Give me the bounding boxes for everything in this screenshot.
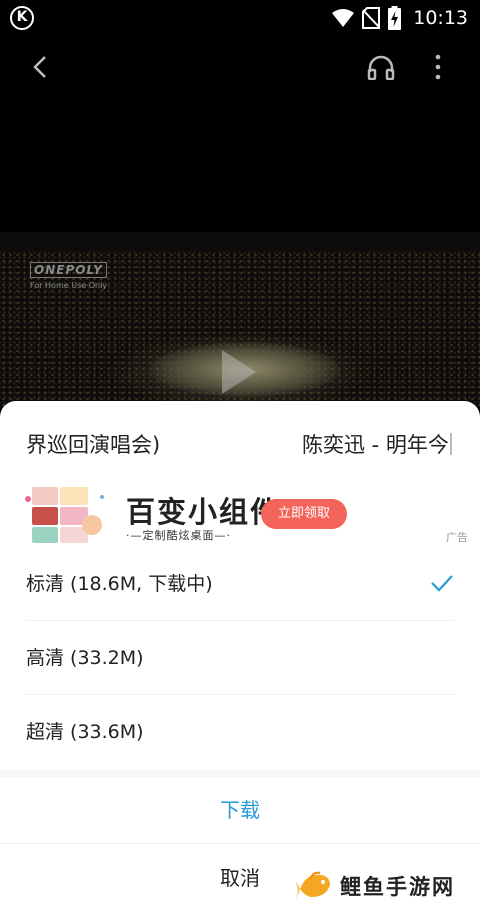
scrolling-title: 界巡回演唱会) 陈奕迅 - 明年今日 [0,425,480,465]
carp-fish-logo-icon [296,871,330,899]
no-sim-icon [362,7,381,29]
audio-mode-button[interactable] [364,50,398,84]
download-button[interactable]: 下载 [0,777,480,843]
headphones-icon [367,55,395,80]
status-icons: 10:13 [332,5,468,31]
battery-charging-icon [388,6,402,30]
quality-option-super[interactable]: 超清 (33.6M) [26,695,454,769]
ad-label: 广告 [446,531,468,544]
site-name: 鲤鱼手游网 [340,875,455,899]
watermark-title: ONEPOLY [30,262,108,278]
title-segment-left: 界巡回演唱会) [26,433,161,457]
title-segment-right: 陈奕迅 - 明年今日 [302,433,452,457]
more-vertical-icon [435,54,441,80]
download-quality-sheet: 界巡回演唱会) 陈奕迅 - 明年今日 百变小组件 ·—定制酷炫桌面—· 立即领取… [0,401,480,913]
app-notification-icon: K [10,6,34,30]
status-bar: K 10:13 [0,0,480,36]
ad-claim-button[interactable]: 立即领取 [261,499,347,529]
quality-option-label: 高清 (33.2M) [26,647,144,669]
watermark-subtitle: For Home Use Only [30,281,108,290]
ad-widget-image [25,487,104,543]
ad-subtitle: ·—定制酷炫桌面—· [126,529,231,542]
title-fade-bar [450,433,452,455]
ad-banner[interactable]: 百变小组件 ·—定制酷炫桌面—· 立即领取 广告 [0,479,480,547]
quality-option-label: 标清 (18.6M, 下载中) [26,573,213,595]
quality-list: 标清 (18.6M, 下载中) 高清 (33.2M) 超清 (33.6M) [0,547,480,769]
quality-option-high[interactable]: 高清 (33.2M) [26,621,454,695]
play-icon[interactable] [222,350,256,394]
check-icon [431,575,453,592]
status-time: 10:13 [413,7,468,29]
back-button[interactable] [24,50,56,84]
video-frame[interactable]: ONEPOLY For Home Use Only [0,232,480,407]
chevron-left-icon [33,56,46,78]
section-divider [0,770,480,777]
more-options-button[interactable] [426,50,450,84]
quality-option-label: 超清 (33.6M) [26,721,144,743]
video-watermark: ONEPOLY For Home Use Only [30,262,108,290]
wifi-icon [332,9,355,27]
quality-option-standard[interactable]: 标清 (18.6M, 下载中) [26,547,454,621]
player-toolbar [0,36,480,98]
ad-title: 百变小组件 [126,495,282,529]
site-watermark: 鲤鱼手游网 [296,863,455,909]
